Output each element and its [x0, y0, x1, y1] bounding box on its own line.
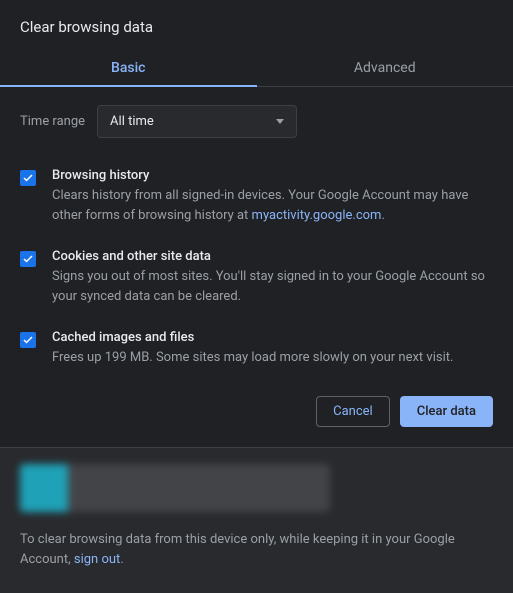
- tab-bar: Basic Advanced: [0, 50, 513, 87]
- check-icon: [22, 172, 34, 184]
- cancel-button[interactable]: Cancel: [316, 396, 390, 427]
- time-range-row: Time range All time: [20, 105, 493, 138]
- tab-advanced[interactable]: Advanced: [257, 50, 513, 86]
- account-chip[interactable]: [20, 464, 330, 512]
- checkbox-browsing-history[interactable]: [20, 170, 36, 186]
- checkbox-cookies[interactable]: [20, 251, 36, 267]
- time-range-label: Time range: [20, 114, 85, 129]
- option-desc: Clears history from all signed-in device…: [52, 186, 493, 225]
- options-list: Browsing history Clears history from all…: [20, 146, 493, 380]
- footer-text: To clear browsing data from this device …: [20, 530, 493, 572]
- clear-browsing-data-dialog: Clear browsing data Basic Advanced Time …: [0, 0, 513, 447]
- option-title: Cookies and other site data: [52, 249, 493, 264]
- check-icon: [22, 253, 34, 265]
- myactivity-link[interactable]: myactivity.google.com: [252, 208, 382, 223]
- option-cookies: Cookies and other site data Signs you ou…: [20, 237, 493, 318]
- avatar: [20, 464, 68, 512]
- option-cache: Cached images and files Frees up 199 MB.…: [20, 318, 493, 380]
- account-info: [68, 464, 330, 512]
- dialog-title: Clear browsing data: [20, 18, 493, 36]
- dialog-buttons: Cancel Clear data: [20, 380, 493, 447]
- tab-basic[interactable]: Basic: [0, 50, 257, 86]
- option-desc: Frees up 199 MB. Some sites may load mor…: [52, 348, 493, 368]
- option-browsing-history: Browsing history Clears history from all…: [20, 156, 493, 237]
- option-title: Browsing history: [52, 168, 493, 183]
- time-range-select[interactable]: All time: [97, 105, 297, 138]
- chevron-down-icon: [276, 119, 284, 124]
- account-footer: To clear browsing data from this device …: [0, 447, 513, 593]
- check-icon: [22, 334, 34, 346]
- clear-data-button[interactable]: Clear data: [400, 396, 493, 427]
- option-desc: Signs you out of most sites. You'll stay…: [52, 267, 493, 306]
- time-range-value: All time: [110, 114, 154, 129]
- checkbox-cache[interactable]: [20, 332, 36, 348]
- option-title: Cached images and files: [52, 330, 493, 345]
